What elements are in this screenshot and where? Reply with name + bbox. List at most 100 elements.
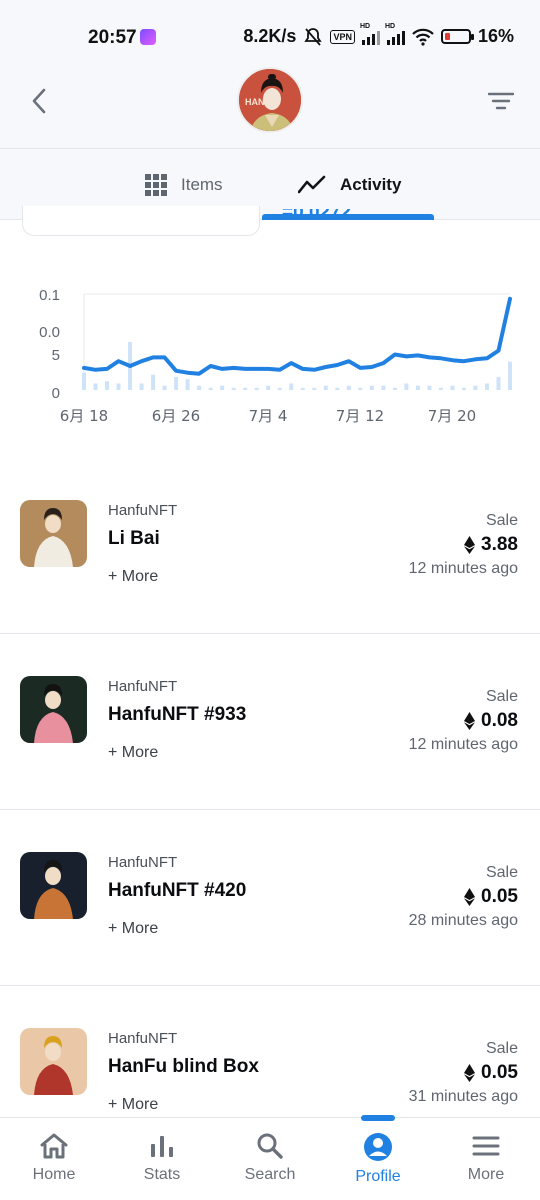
status-bar: 20:57 8.2K/s VPN HD HD 16% bbox=[0, 0, 540, 66]
nav-home[interactable]: Home bbox=[0, 1118, 108, 1200]
item-name[interactable]: HanFu blind Box bbox=[108, 1056, 259, 1078]
price-value: 0.05 bbox=[481, 1062, 518, 1083]
nav-stats[interactable]: Stats bbox=[108, 1118, 216, 1200]
nft-thumbnail[interactable] bbox=[20, 676, 87, 743]
collection-avatar[interactable]: HANFU bbox=[237, 67, 303, 133]
eth-icon bbox=[464, 888, 476, 906]
x-tick-label: 7月 20 bbox=[428, 407, 476, 425]
volume-bar bbox=[139, 383, 144, 390]
event-time: 31 minutes ago bbox=[408, 1088, 518, 1105]
event-type: Sale bbox=[485, 512, 518, 529]
filter-button[interactable] bbox=[484, 84, 518, 118]
tab-items-label: Items bbox=[181, 174, 223, 194]
volume-bar bbox=[358, 387, 363, 390]
app-notification-icon bbox=[140, 29, 156, 45]
x-tick-label: 7月 4 bbox=[249, 407, 288, 425]
bottom-nav: Home Stats Search Profile More bbox=[0, 1115, 540, 1200]
collection-name[interactable]: HanfuNFT bbox=[108, 502, 177, 519]
nft-thumbnail[interactable] bbox=[20, 1028, 87, 1095]
eth-icon bbox=[464, 1064, 476, 1082]
stats-card-partial bbox=[22, 206, 260, 236]
stats-icon bbox=[151, 1136, 173, 1157]
avatar-text: HANFU bbox=[245, 97, 277, 107]
price-chart: 0.1 0.0 5 0 6月 18 6月 26 7月 4 7月 12 7月 20 bbox=[0, 280, 540, 430]
sale-price: 0.05 bbox=[464, 886, 518, 908]
nav-more[interactable]: More bbox=[432, 1118, 540, 1200]
volume-bar bbox=[415, 385, 420, 390]
volume-bar bbox=[323, 385, 328, 390]
volume-bar bbox=[450, 385, 455, 390]
item-name[interactable]: HanfuNFT #933 bbox=[108, 704, 246, 726]
volume-bar bbox=[220, 385, 225, 390]
nav-more-label: More bbox=[467, 1166, 505, 1183]
more-link[interactable]: + More bbox=[108, 568, 158, 586]
sale-price: 3.88 bbox=[464, 534, 518, 556]
volume-bar bbox=[266, 385, 271, 390]
activity-row[interactable]: HanfuNFT Li Bai + More Sale 3.88 12 minutes a… bbox=[0, 458, 540, 634]
collection-name[interactable]: HanfuNFT bbox=[108, 1030, 177, 1047]
volume-bar bbox=[151, 374, 156, 390]
volume-bar bbox=[404, 383, 409, 390]
volume-bar bbox=[300, 387, 305, 390]
more-link[interactable]: + More bbox=[108, 920, 158, 938]
sale-price: 0.08 bbox=[464, 710, 518, 732]
event-time: 12 minutes ago bbox=[408, 736, 518, 753]
y-tick-label: 0.1 bbox=[39, 287, 60, 304]
collection-name[interactable]: HanfuNFT bbox=[108, 678, 177, 695]
volume-bar bbox=[277, 387, 282, 390]
more-link[interactable]: + More bbox=[108, 744, 158, 762]
volume-bar bbox=[381, 385, 386, 390]
hanfu-portrait-image: HANFU bbox=[239, 69, 301, 131]
volume-bar bbox=[197, 385, 202, 390]
volume-bar bbox=[312, 387, 317, 390]
nft-thumbnail[interactable] bbox=[20, 500, 87, 567]
collection-name[interactable]: HanfuNFT bbox=[108, 854, 177, 871]
vpn-icon: VPN bbox=[330, 29, 355, 44]
search-icon bbox=[257, 1133, 283, 1159]
x-tick-label: 7月 12 bbox=[336, 407, 384, 425]
chevron-left-icon bbox=[32, 88, 46, 114]
item-name[interactable]: HanfuNFT #420 bbox=[108, 880, 246, 902]
event-time: 12 minutes ago bbox=[408, 560, 518, 577]
price-value: 3.88 bbox=[481, 534, 518, 555]
volume-bar bbox=[508, 361, 512, 390]
nav-profile[interactable]: Profile bbox=[324, 1115, 432, 1200]
volume-bar bbox=[105, 381, 110, 390]
event-time: 28 minutes ago bbox=[408, 912, 518, 929]
price-chart-svg: 0.1 0.0 5 0 6月 18 6月 26 7月 4 7月 12 7月 20 bbox=[39, 287, 512, 425]
more-link[interactable]: + More bbox=[108, 1096, 158, 1114]
activity-row[interactable]: HanfuNFT HanfuNFT #420 + More Sale 0.05 28 mi… bbox=[0, 810, 540, 986]
grid-icon bbox=[145, 173, 167, 196]
item-name[interactable]: Li Bai bbox=[108, 528, 160, 550]
volume-bar bbox=[289, 383, 294, 390]
volume-bar bbox=[243, 387, 248, 390]
stats-value-partial: =0.0272 bbox=[282, 209, 352, 223]
price-line bbox=[82, 296, 512, 376]
nav-search[interactable]: Search bbox=[216, 1118, 324, 1200]
back-button[interactable] bbox=[22, 84, 56, 118]
volume-bar bbox=[346, 385, 351, 390]
activity-row[interactable]: HanfuNFT HanfuNFT #933 + More Sale 0.08 12 mi… bbox=[0, 634, 540, 810]
filter-icon bbox=[488, 92, 514, 110]
eth-icon bbox=[464, 712, 476, 730]
volume-bar bbox=[473, 385, 478, 390]
y-tick-label: 0 bbox=[52, 385, 60, 402]
volume-bar bbox=[162, 385, 167, 390]
event-type: Sale bbox=[485, 1040, 518, 1057]
volume-bar bbox=[369, 385, 374, 390]
volume-bar bbox=[185, 379, 190, 390]
volume-bar bbox=[254, 387, 259, 390]
home-icon bbox=[40, 1133, 68, 1159]
nav-profile-label: Profile bbox=[355, 1168, 401, 1185]
status-indicators: 8.2K/s VPN HD HD 16% bbox=[243, 22, 514, 47]
activity-list: HanfuNFT Li Bai + More Sale 3.88 12 minutes a… bbox=[0, 458, 540, 1162]
nav-home-label: Home bbox=[32, 1166, 76, 1183]
trend-icon bbox=[298, 175, 326, 193]
price-value: 0.08 bbox=[481, 710, 518, 731]
volume-bar bbox=[392, 387, 397, 390]
battery-level bbox=[444, 33, 450, 40]
wifi-icon bbox=[412, 28, 434, 46]
nft-thumbnail[interactable] bbox=[20, 852, 87, 919]
volume-bar bbox=[93, 383, 98, 390]
hd-label-2: HD bbox=[384, 22, 396, 30]
